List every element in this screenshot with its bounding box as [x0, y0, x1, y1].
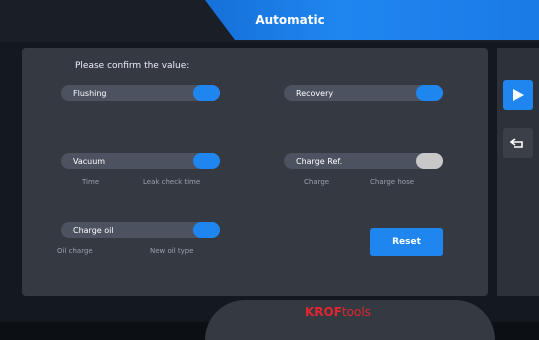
vacuum-leak-check-label[interactable]: Leak check time	[143, 178, 200, 186]
vacuum-label: Vacuum	[73, 156, 106, 166]
charge-hose-label[interactable]: Charge hose	[370, 178, 414, 186]
charge-ref-toggle[interactable]	[416, 153, 443, 169]
return-button[interactable]	[503, 128, 533, 158]
recovery-toggle[interactable]	[416, 85, 443, 101]
automatic-screen: Automatic Please confirm the value: Flus…	[0, 0, 539, 340]
charge-label[interactable]: Charge	[304, 178, 329, 186]
charge-oil-toggle-row[interactable]: Charge oil	[61, 222, 220, 238]
brand-logo: KROFtools	[305, 305, 371, 319]
flushing-label: Flushing	[73, 88, 107, 98]
reset-button[interactable]: Reset	[370, 228, 443, 256]
confirm-prompt: Please confirm the value:	[75, 61, 190, 71]
return-icon	[510, 138, 523, 148]
recovery-label: Recovery	[296, 88, 334, 98]
vacuum-toggle[interactable]	[193, 153, 220, 169]
brand-part-2: tools	[341, 305, 371, 319]
vacuum-toggle-row[interactable]: Vacuum	[61, 153, 220, 169]
brand-part-1: KROF	[305, 305, 342, 319]
flushing-toggle-row[interactable]: Flushing	[61, 85, 220, 101]
recovery-toggle-row[interactable]: Recovery	[284, 85, 443, 101]
charge-oil-label: Charge oil	[73, 225, 114, 235]
charge-oil-toggle[interactable]	[193, 222, 220, 238]
oil-charge-label[interactable]: Oil charge	[57, 247, 93, 255]
flushing-toggle[interactable]	[193, 85, 220, 101]
new-oil-type-label[interactable]: New oil type	[150, 247, 194, 255]
charge-ref-label: Charge Ref.	[296, 156, 343, 166]
page-title: Automatic	[255, 13, 325, 27]
charge-ref-toggle-row[interactable]: Charge Ref.	[284, 153, 443, 169]
play-icon	[513, 89, 524, 101]
vacuum-time-label[interactable]: Time	[82, 178, 99, 186]
start-button[interactable]	[503, 80, 533, 110]
